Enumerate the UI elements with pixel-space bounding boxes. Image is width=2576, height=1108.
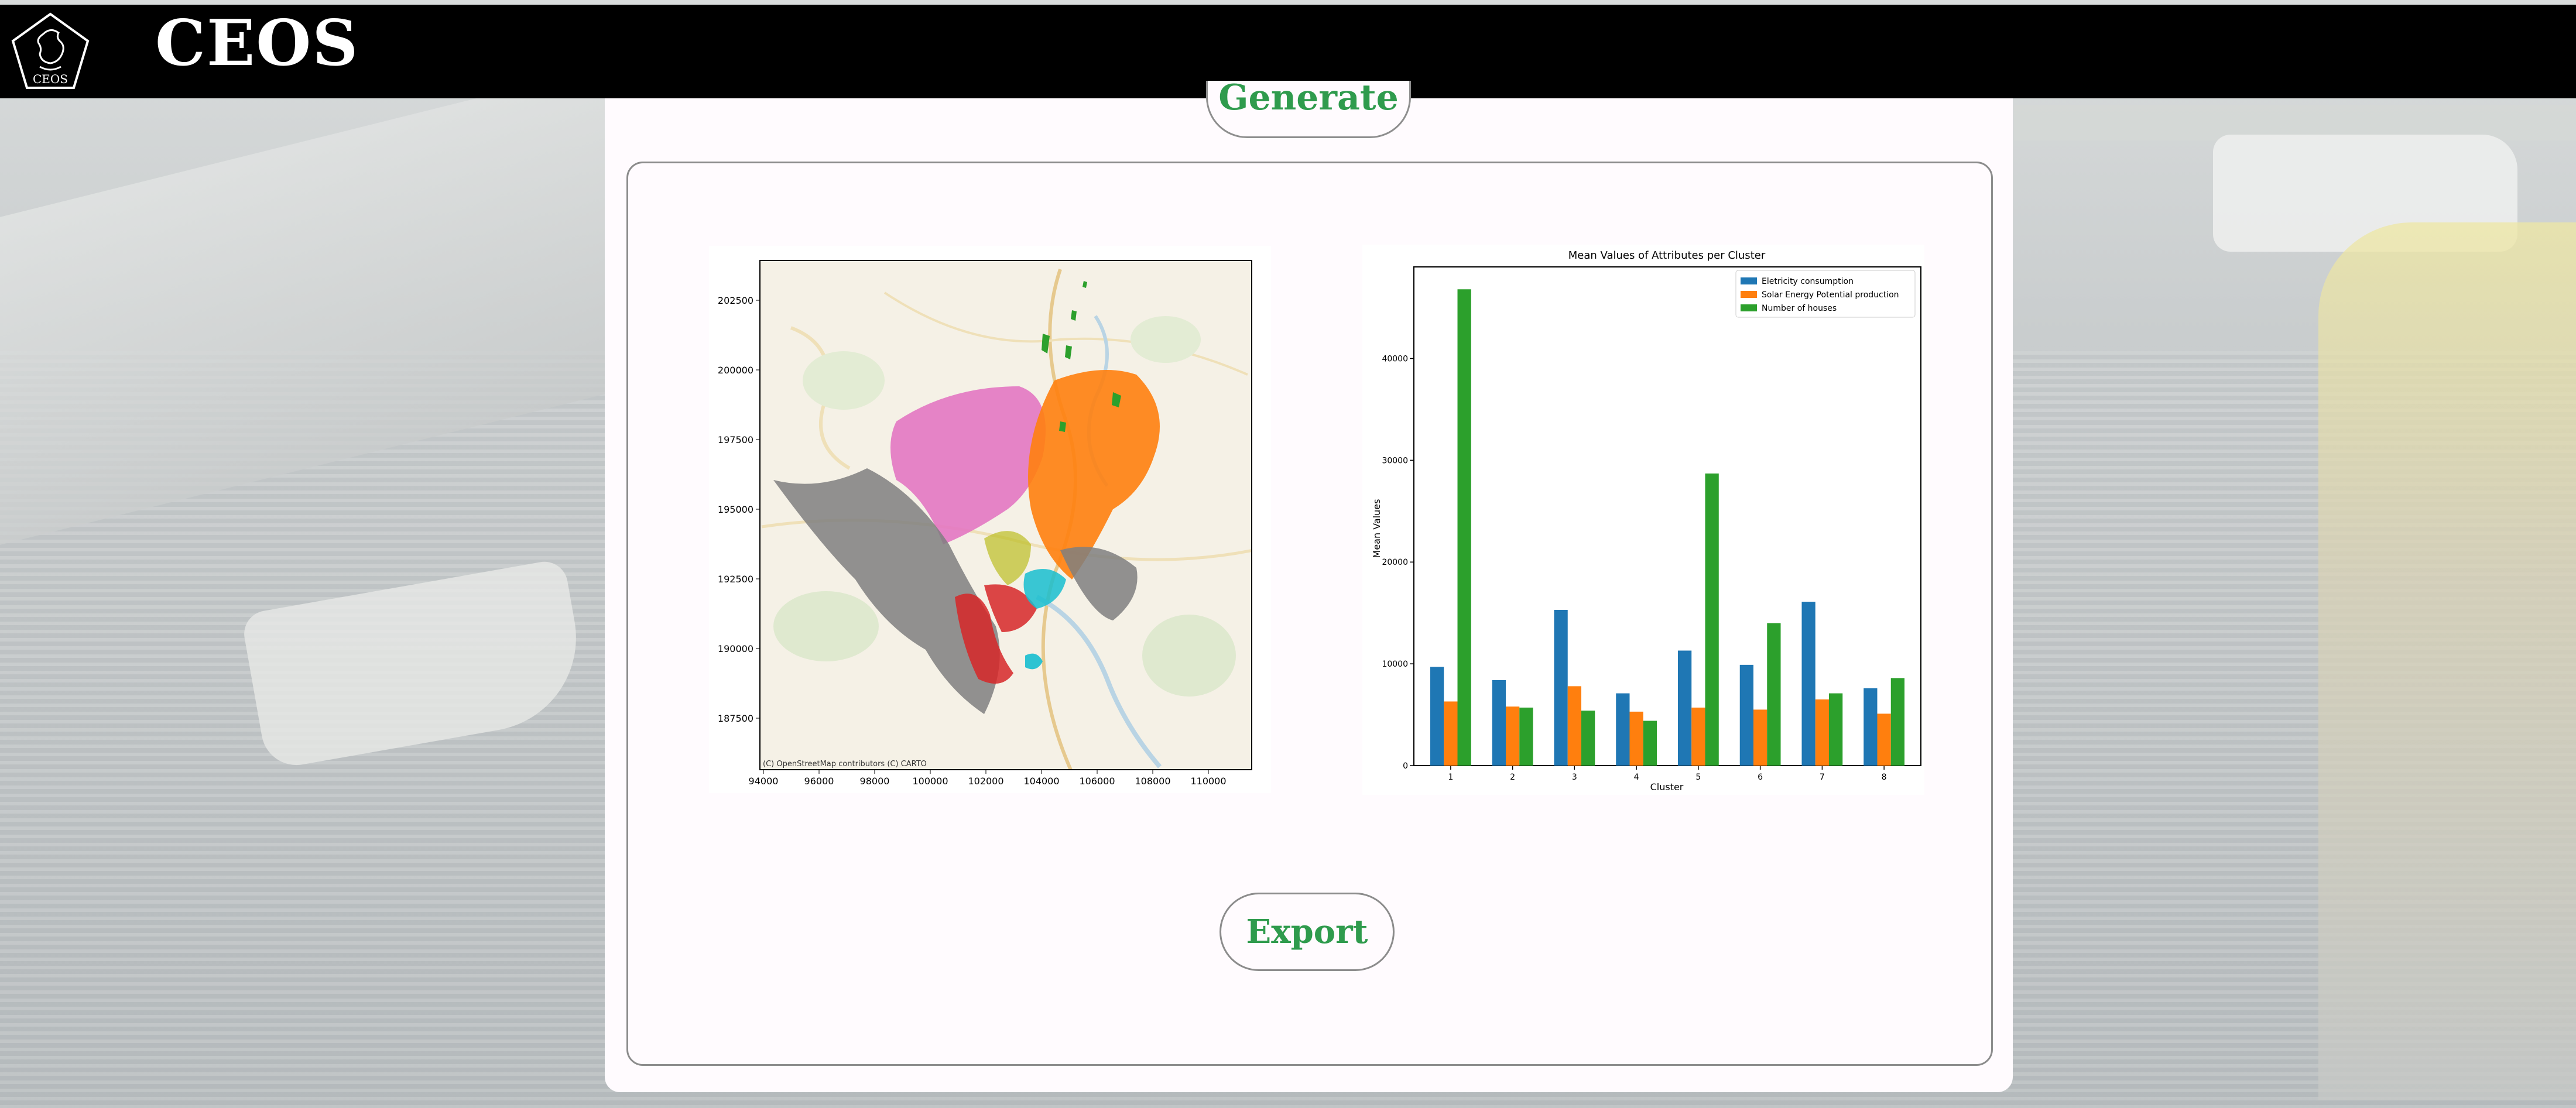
chart-x-tick-label: 1 — [1448, 773, 1453, 782]
map-y-tick: 197500 — [718, 434, 753, 445]
map-y-tick: 200000 — [718, 365, 753, 376]
chart-y-tick-label: 30000 — [1382, 456, 1408, 465]
map-attribution: (C) OpenStreetMap contributors (C) CARTO — [763, 760, 927, 769]
chart-x-tick-label: 4 — [1634, 773, 1639, 782]
chart-title: Mean Values of Attributes per Cluster — [1568, 249, 1766, 262]
chart-x-label: Cluster — [1650, 781, 1684, 793]
chart-x-tick-label: 6 — [1758, 773, 1763, 782]
chart-y-tick-label: 40000 — [1382, 354, 1408, 363]
map-x-axis: 94000 96000 98000 100000 102000 104000 1… — [749, 770, 1227, 787]
chart-bar — [1691, 707, 1705, 766]
cluster-bar-chart: Mean Values of Attributes per Cluster 0 1… — [1371, 249, 1921, 793]
chart-bar — [1801, 602, 1815, 766]
chart-bar — [1767, 623, 1781, 766]
chart-bar — [1505, 706, 1520, 766]
cluster-map: 202500 200000 197500 195000 192500 19000… — [718, 260, 1252, 787]
chart-legend-label: Solar Energy Potential production — [1762, 290, 1899, 300]
map-x-tick: 104000 — [1023, 776, 1059, 787]
chart-x-tick-label: 2 — [1510, 773, 1515, 782]
chart-bar — [1492, 680, 1506, 766]
map-y-tick: 190000 — [718, 643, 753, 654]
chart-bar — [1616, 693, 1630, 766]
chart-bar — [1554, 609, 1568, 766]
chart-plot-area: 0 10000 20000 30000 40000 1 2 3 4 5 6 7 8 Eletricity … — [1382, 266, 1921, 782]
map-y-axis: 202500 200000 197500 195000 192500 19000… — [718, 295, 760, 724]
map-y-tick: 195000 — [718, 504, 753, 515]
chart-y-label: Mean Values — [1371, 499, 1382, 558]
map-x-tick: 102000 — [968, 776, 1003, 787]
chart-y-tick-label: 10000 — [1382, 660, 1408, 669]
chart-bar — [1829, 693, 1843, 766]
map-x-tick: 106000 — [1079, 776, 1115, 787]
cluster-bar-chart-figure: Mean Values of Attributes per Cluster 0 1… — [1362, 245, 1924, 795]
map-x-tick: 96000 — [804, 776, 834, 787]
map-y-tick: 192500 — [718, 574, 753, 585]
map-y-tick: 202500 — [718, 295, 753, 306]
chart-legend-swatch — [1741, 304, 1757, 311]
chart-y-tick-label: 0 — [1403, 761, 1408, 771]
map-x-tick: 98000 — [860, 776, 890, 787]
app-title: CEOS — [155, 6, 359, 80]
chart-bar — [1815, 699, 1830, 766]
chart-bar — [1890, 678, 1905, 766]
map-x-tick: 108000 — [1135, 776, 1170, 787]
chart-bar — [1430, 667, 1444, 766]
map-x-tick: 110000 — [1190, 776, 1226, 787]
chart-bar — [1567, 686, 1582, 766]
export-button[interactable]: Export — [1220, 893, 1395, 971]
chart-bar — [1629, 711, 1643, 766]
map-x-tick: 94000 — [749, 776, 779, 787]
chart-bar — [1877, 713, 1891, 766]
chart-y-tick-label: 20000 — [1382, 558, 1408, 567]
chart-bar — [1643, 721, 1657, 766]
generate-button-label: Generate — [1218, 81, 1399, 118]
chart-legend-swatch — [1741, 291, 1757, 298]
chart-bar — [1457, 289, 1471, 766]
ceos-logo[interactable]: CEOS — [9, 11, 91, 92]
chart-bar — [1705, 473, 1719, 766]
chart-bar — [1677, 650, 1692, 766]
chart-bar — [1519, 707, 1533, 766]
chart-bar — [1581, 711, 1595, 766]
chart-x-tick-label: 5 — [1695, 773, 1701, 782]
chart-bar — [1864, 688, 1878, 766]
cluster-map-figure: 202500 200000 197500 195000 192500 19000… — [709, 246, 1271, 793]
chart-x-tick-label: 7 — [1820, 773, 1825, 782]
logo-text: CEOS — [33, 72, 68, 86]
map-x-tick: 100000 — [912, 776, 948, 787]
chart-legend-label: Number of houses — [1762, 304, 1837, 313]
chart-bar — [1753, 709, 1767, 766]
chart-x-tick-label: 3 — [1572, 773, 1577, 782]
chart-legend-swatch — [1741, 277, 1757, 284]
chart-frame — [1413, 266, 1921, 766]
map-y-tick: 187500 — [718, 713, 753, 724]
background-boat — [2318, 222, 2576, 1100]
generate-button[interactable]: Generate — [1206, 81, 1411, 138]
chart-bar — [1444, 701, 1458, 766]
chart-bar — [1739, 664, 1753, 766]
chart-x-tick-label: 8 — [1882, 773, 1887, 782]
chart-legend-label: Eletricity consumption — [1762, 277, 1854, 286]
